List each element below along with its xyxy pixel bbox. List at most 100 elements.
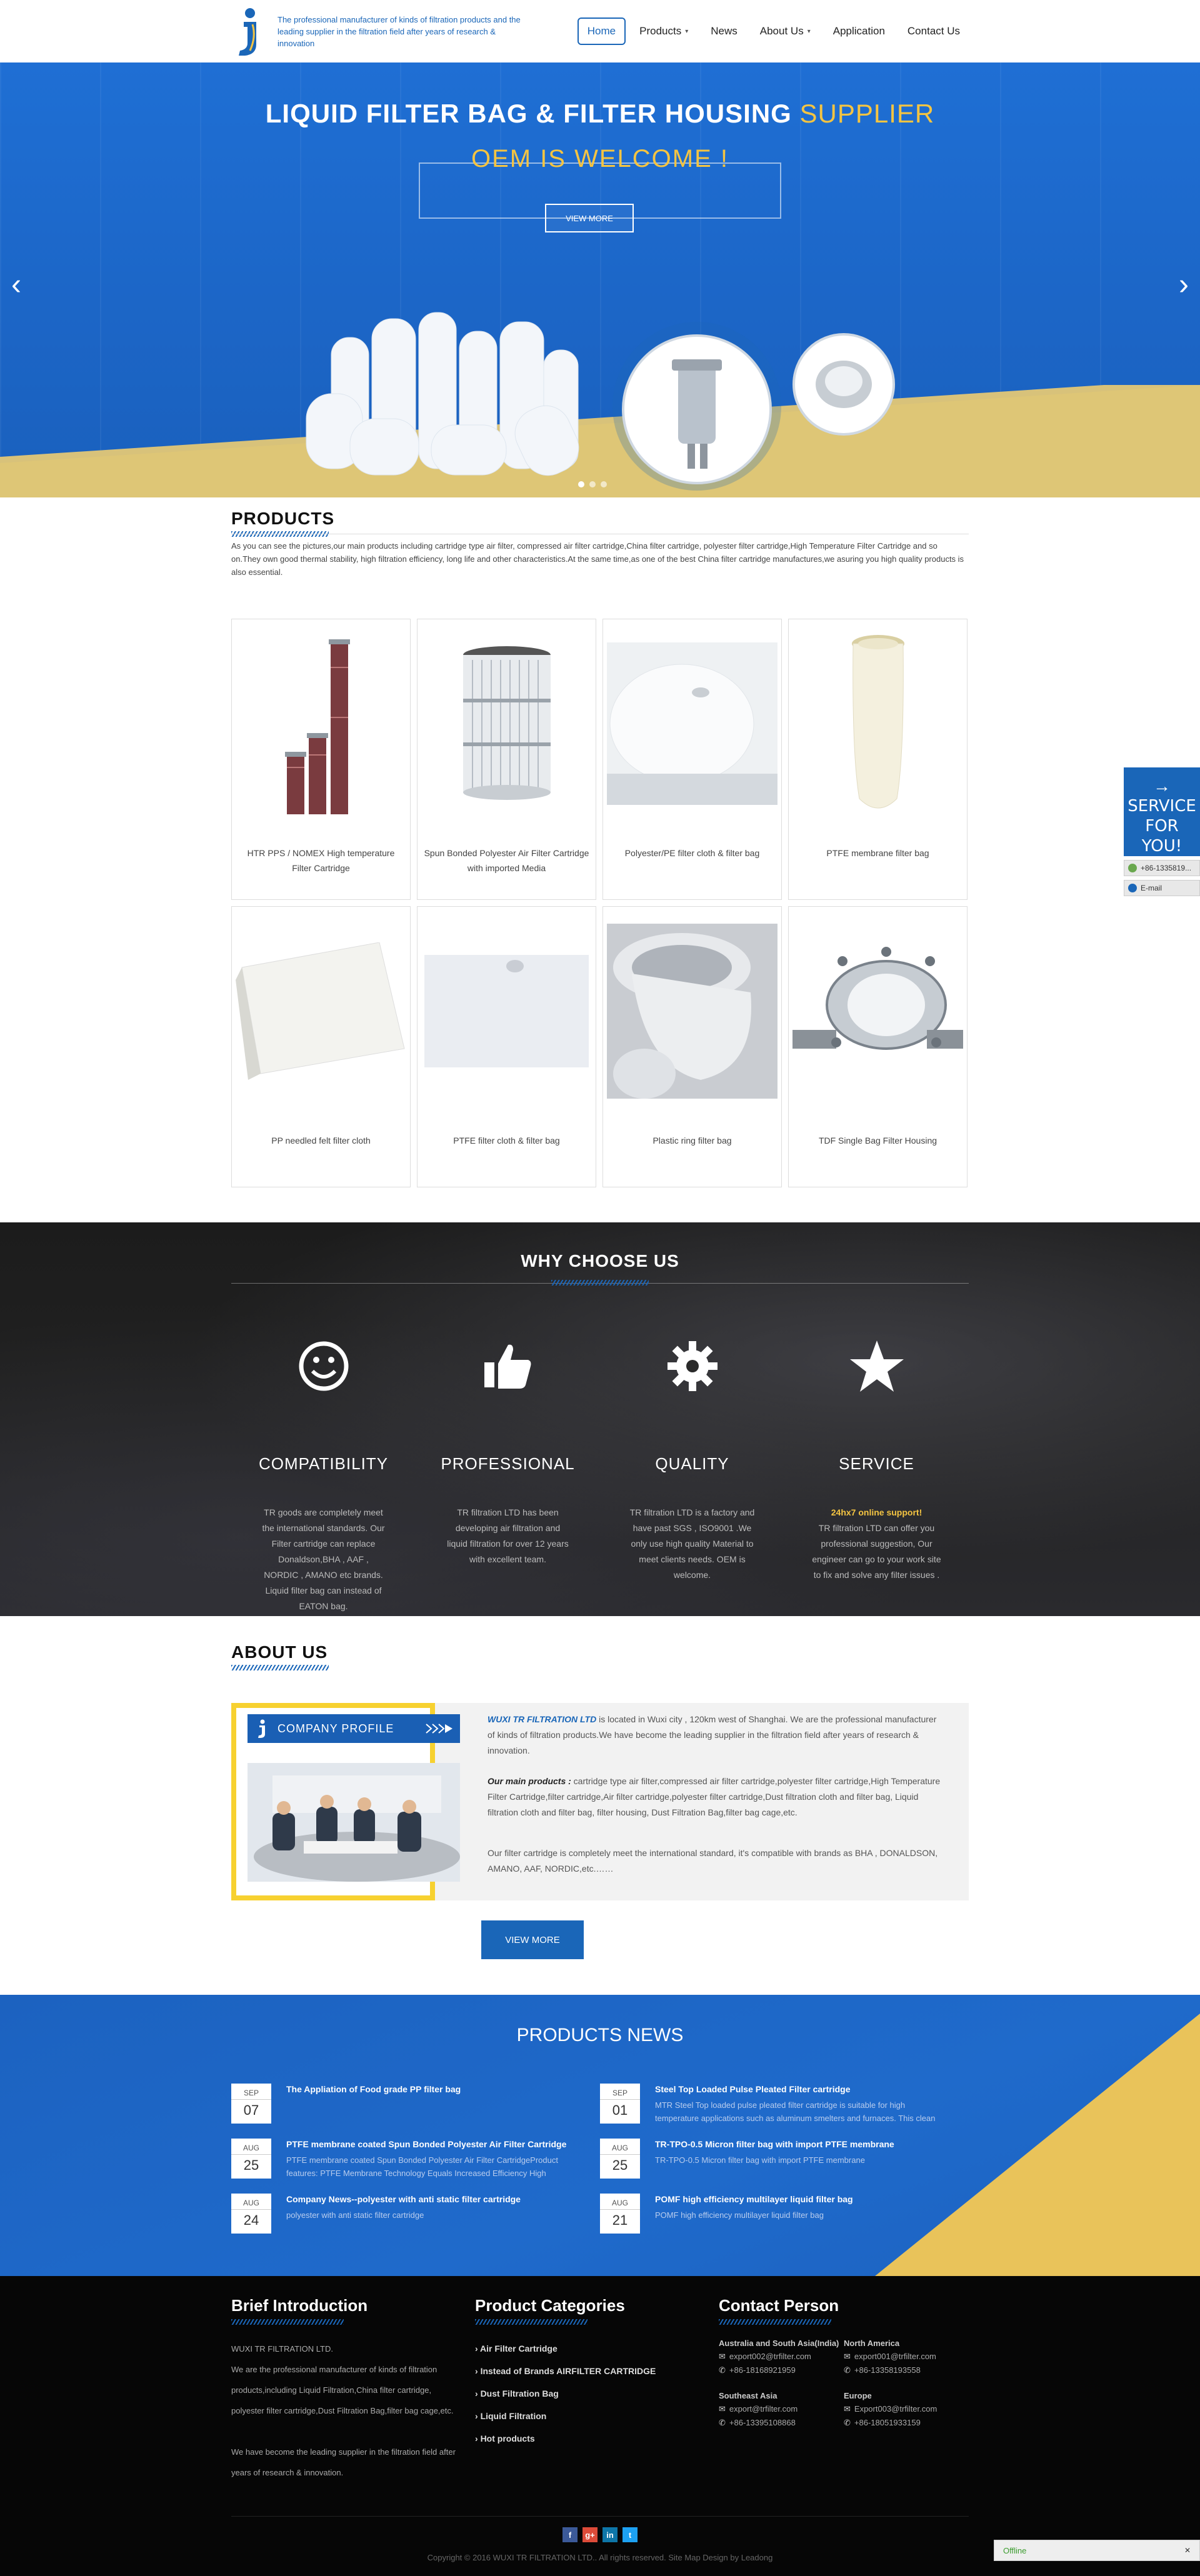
chevron-down-icon: ▾: [685, 27, 689, 35]
product-image: [607, 626, 778, 821]
footer-category-link[interactable]: › Instead of Brands AIRFILTER CARTRIDGE: [475, 2360, 719, 2382]
contact-phone: ✆ +86-13395108868: [719, 2418, 796, 2427]
hero-next-arrow[interactable]: ›: [1179, 270, 1189, 300]
contact-email[interactable]: ✉ Export003@trfilter.com: [844, 2402, 969, 2416]
news-item[interactable]: SEP 01 Steel Top Loaded Pulse Pleated Fil…: [600, 2084, 969, 2125]
contact-email[interactable]: ✉ export001@trfilter.com: [844, 2350, 969, 2364]
hero-prev-arrow[interactable]: ‹: [11, 270, 21, 300]
why-heading: SERVICE: [839, 1454, 914, 1473]
site-header: The professional manufacturer of kinds o…: [0, 0, 1200, 62]
footer-categories: Product Categories › Air Filter Cartridg…: [475, 2296, 719, 2483]
linkedin-icon[interactable]: in: [602, 2527, 618, 2542]
products-section: PRODUCTS As you can see the pictures,our…: [0, 497, 1200, 1187]
about-section: ABOUT US COMPANY PROFILE WUXI TR FILTRAT…: [0, 1616, 1200, 1995]
news-item[interactable]: SEP 07 The Appliation of Food grade PP fi…: [231, 2084, 600, 2125]
nav-home[interactable]: Home: [577, 17, 626, 45]
hero-dot[interactable]: [589, 481, 596, 487]
title-underline: [231, 2319, 344, 2325]
news-item[interactable]: AUG 25 TR-TPO-0.5 Micron filter bag with …: [600, 2139, 969, 2180]
products-description: As you can see the pictures,our main pro…: [231, 541, 964, 577]
footer-category-link[interactable]: › Hot products: [475, 2427, 719, 2450]
main-nav: Home Products ▾ News About Us ▾ Applicatio…: [577, 17, 969, 45]
contact-phone: ✆ +86-13358193558: [844, 2365, 921, 2375]
news-date: SEP 01: [600, 2084, 640, 2124]
news-headline[interactable]: PTFE membrane coated Spun Bonded Polyest…: [286, 2139, 580, 2150]
news-headline[interactable]: Steel Top Loaded Pulse Pleated Filter ca…: [655, 2084, 949, 2095]
facebook-icon[interactable]: f: [562, 2527, 578, 2542]
smile-icon: [231, 1332, 416, 1400]
why-heading: PROFESSIONAL: [441, 1454, 575, 1473]
chat-offline-bar[interactable]: Offline ✕: [994, 2540, 1200, 2561]
company-profile-banner: COMPANY PROFILE: [248, 1714, 460, 1743]
product-name: PTFE filter cloth & filter bag: [453, 1136, 560, 1146]
company-photo: [248, 1763, 460, 1882]
product-card[interactable]: Plastic ring filter bag: [602, 906, 782, 1187]
news-headline[interactable]: The Appliation of Food grade PP filter b…: [286, 2084, 580, 2095]
nav-news[interactable]: News: [702, 19, 746, 44]
contact-region: Southeast Asia: [719, 2391, 778, 2400]
service-email[interactable]: E-mail: [1124, 880, 1200, 896]
why-item: SERVICE 24hx7 online support! TR filtrati…: [784, 1332, 969, 1614]
nav-about[interactable]: About Us ▾: [751, 19, 819, 44]
service-panel[interactable]: → SERVICE FOR YOU!: [1124, 767, 1200, 856]
phone-icon: [1128, 864, 1137, 872]
news-headline[interactable]: POMF high efficiency multilayer liquid f…: [655, 2194, 949, 2205]
title-underline: [231, 1665, 329, 1670]
footer-divider: [231, 2516, 969, 2517]
footer-category-link[interactable]: › Liquid Filtration: [475, 2405, 719, 2427]
why-item: COMPATIBILITY TR goods are completely me…: [231, 1332, 416, 1614]
news-summary: polyester with anti static filter cartri…: [286, 2210, 424, 2220]
hero-dot[interactable]: [601, 481, 607, 487]
about-view-more-button[interactable]: VIEW MORE: [481, 1920, 584, 1959]
product-card[interactable]: PTFE filter cloth & filter bag: [417, 906, 596, 1187]
site-footer: Brief Introduction WUXI TR FILTRATION LT…: [0, 2276, 1200, 2576]
twitter-icon[interactable]: t: [622, 2527, 638, 2542]
service-widget: → SERVICE FOR YOU! +86-1335819... E-mail: [1124, 767, 1200, 896]
contact-email[interactable]: ✉ export002@trfilter.com: [719, 2350, 844, 2364]
product-card[interactable]: HTR PPS / NOMEX High temperature Filter …: [231, 619, 411, 900]
mail-icon: ✉: [719, 2352, 726, 2361]
products-title: PRODUCTS: [231, 509, 335, 528]
about-box: COMPANY PROFILE WUXI TR FILTRATION LTD i…: [231, 1703, 969, 1959]
product-card[interactable]: Polyester/PE filter cloth & filter bag: [602, 619, 782, 900]
hero-pagination: [578, 481, 607, 487]
product-name: Plastic ring filter bag: [652, 1136, 732, 1146]
product-image: [236, 626, 406, 821]
news-summary: TR-TPO-0.5 Micron filter bag with import…: [655, 2155, 865, 2165]
contact-email[interactable]: ✉ export@trfilter.com: [719, 2402, 844, 2416]
contact-phone: ✆ +86-18168921959: [719, 2365, 796, 2375]
news-item[interactable]: AUG 24 Company News--polyester with anti …: [231, 2194, 600, 2235]
product-card[interactable]: PP needled felt filter cloth: [231, 906, 411, 1187]
logo-icon: [258, 1719, 265, 1738]
company-name-link[interactable]: WUXI TR FILTRATION LTD: [488, 1714, 596, 1724]
hero-dot[interactable]: [578, 481, 584, 487]
title-underline: [719, 2319, 831, 2325]
close-icon[interactable]: ✕: [1184, 2546, 1191, 2555]
nav-products[interactable]: Products ▾: [631, 19, 697, 44]
title-underline: [475, 2319, 588, 2325]
news-item[interactable]: AUG 25 PTFE membrane coated Spun Bonded P…: [231, 2139, 600, 2180]
nav-contact[interactable]: Contact Us: [899, 19, 969, 44]
nav-application[interactable]: Application: [824, 19, 894, 44]
news-title: PRODUCTS NEWS: [516, 2025, 684, 2045]
news-headline[interactable]: Company News--polyester with anti static…: [286, 2194, 580, 2205]
product-image: [421, 913, 592, 1109]
product-card[interactable]: Spun Bonded Polyester Air Filter Cartrid…: [417, 619, 596, 900]
hero-view-more-button[interactable]: VIEW MORE: [545, 204, 634, 232]
product-card[interactable]: PTFE membrane filter bag: [788, 619, 968, 900]
news-headline[interactable]: TR-TPO-0.5 Micron filter bag with import…: [655, 2139, 949, 2150]
product-name: HTR PPS / NOMEX High temperature Filter …: [247, 848, 395, 873]
arrow-right-icon: →: [1153, 776, 1171, 796]
footer-category-link[interactable]: › Air Filter Cartridge: [475, 2337, 719, 2360]
contact-block: North America ✉ export001@trfilter.com ✆ +…: [844, 2337, 969, 2377]
service-phone[interactable]: +86-1335819...: [1124, 860, 1200, 876]
product-card[interactable]: TDF Single Bag Filter Housing: [788, 906, 968, 1187]
service-line-2: FOR YOU!: [1141, 817, 1182, 856]
contact-region: Australia and South Asia(India): [719, 2339, 839, 2348]
logo[interactable]: The professional manufacturer of kinds o…: [231, 6, 534, 57]
google-plus-icon[interactable]: g+: [582, 2527, 598, 2542]
product-image: [236, 913, 406, 1109]
service-line-1: SERVICE: [1128, 797, 1196, 816]
news-item[interactable]: AUG 21 POMF high efficiency multilayer li…: [600, 2194, 969, 2235]
footer-category-link[interactable]: › Dust Filtration Bag: [475, 2382, 719, 2405]
